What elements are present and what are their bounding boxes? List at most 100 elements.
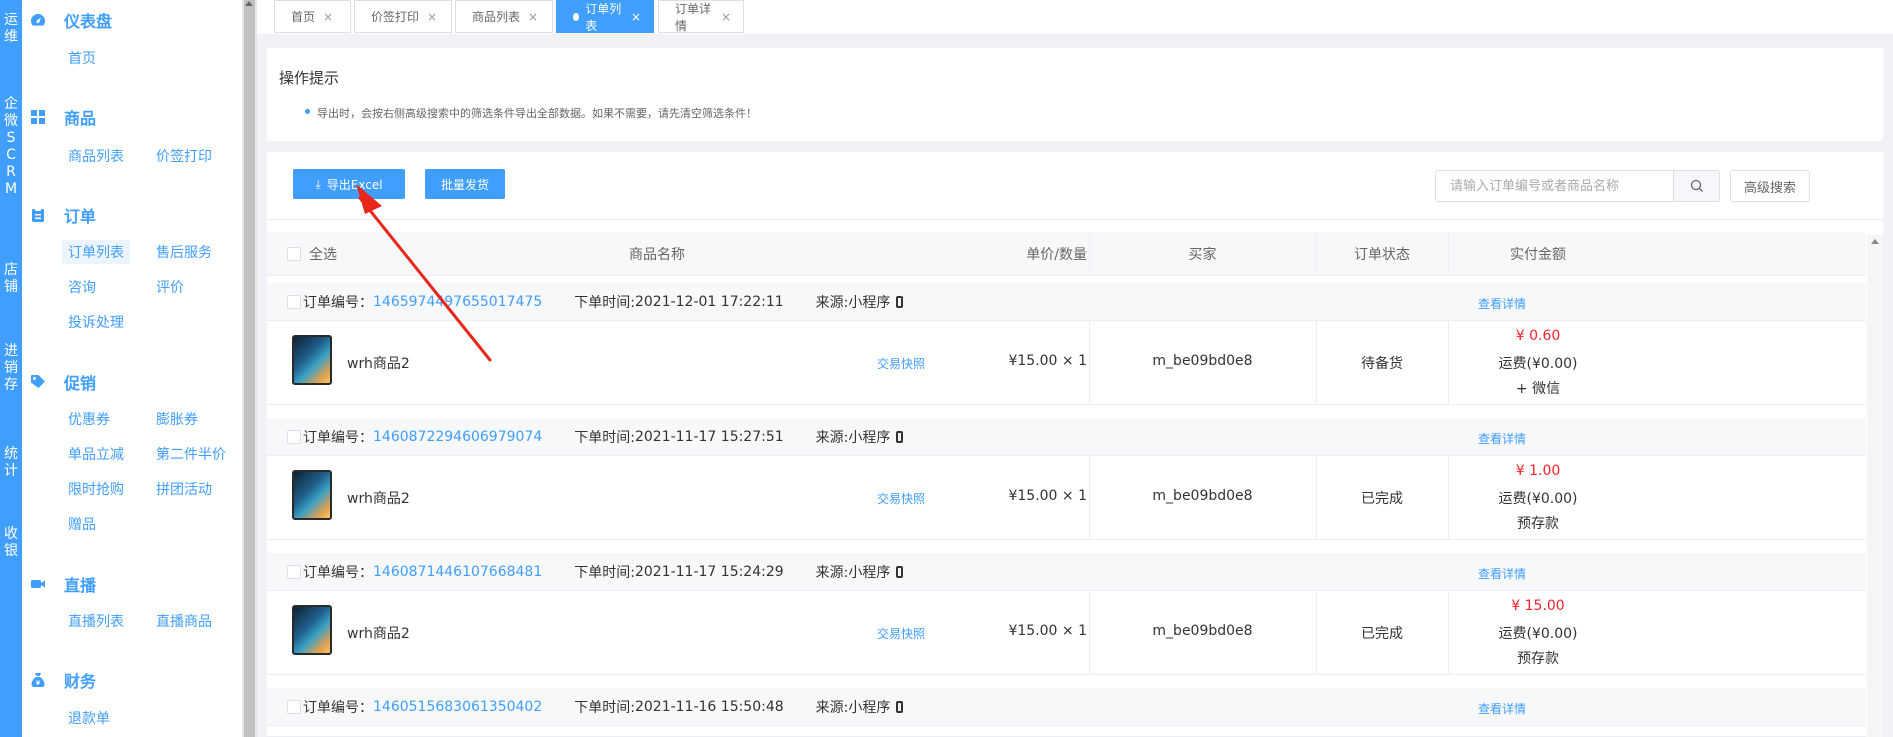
sidebar-group-live: 直播 [30,572,96,596]
close-icon[interactable]: × [721,10,731,24]
strip-char: 收 [4,526,18,542]
clipboard-icon [30,207,46,223]
select-all[interactable]: 全选 [287,232,357,276]
sidebar-group-label: 促销 [64,374,97,393]
sidebar-item-complaint[interactable]: 投诉处理 [62,310,130,334]
strip-item-cashier[interactable]: 收银 [0,526,22,560]
strip-item-store[interactable]: 店铺 [0,262,22,296]
trade-snapshot-link[interactable]: 交易快照 [877,625,925,642]
tab-label: 订单列表 [585,1,622,33]
table-header: 全选 商品名称 单价/数量 买家 订单状态 实付金额 [267,232,1866,276]
close-icon[interactable]: × [631,10,641,24]
order-no-label: 订单编号： [303,429,373,446]
close-icon[interactable]: × [323,10,333,24]
scroll-up-arrow-icon[interactable] [1871,239,1879,244]
product-name[interactable]: wrh商品2 [347,353,410,373]
th-product-name: 商品名称 [629,247,685,263]
strip-char: 计 [4,463,18,479]
sidebar-group-label: 直播 [64,576,97,595]
order-no-link[interactable]: 1460872294606979074 [373,429,542,445]
order-no-link[interactable]: 1465974497655017475 [373,294,542,310]
sidebar-item-price-tag[interactable]: 价签打印 [150,144,218,168]
sidebar-item-order-list[interactable]: 订单列表 [62,240,130,264]
sidebar-item-review[interactable]: 评价 [150,275,190,299]
sidebar-item-single-discount[interactable]: 单品立减 [62,442,130,466]
table-scrollbar[interactable] [1867,235,1883,737]
tab-order-list[interactable]: 订单列表 × [556,0,654,33]
trade-snapshot-link[interactable]: 交易快照 [877,355,925,372]
view-detail-link[interactable]: 查看详情 [1478,700,1526,717]
scroll-up-arrow-icon[interactable] [245,1,253,6]
strip-char: 进 [4,343,18,359]
sidebar-scrollbar[interactable] [242,0,257,737]
order-no-link[interactable]: 1460871446107668481 [373,564,542,580]
strip-item-stats[interactable]: 统计 [0,446,22,480]
sidebar-item-flash-sale[interactable]: 限时抢购 [62,477,130,501]
trade-snapshot-link[interactable]: 交易快照 [877,490,925,507]
phone-icon [896,295,904,308]
sidebar-item-coupon[interactable]: 优惠券 [62,407,116,431]
sidebar-item-goods-list[interactable]: 商品列表 [62,144,130,168]
close-icon[interactable]: × [528,10,538,24]
strip-char: 统 [4,446,18,462]
export-excel-button[interactable]: ⤓ 导出Excel [293,169,405,199]
strip-item-ops[interactable]: 运维 [0,12,22,46]
sidebar-item-home[interactable]: 首页 [62,46,102,70]
product-thumbnail[interactable] [292,470,332,520]
tab-home[interactable]: 首页 × [274,0,351,33]
tips-panel: 操作提示 导出时，会按右侧高级搜索中的筛选条件导出全部数据。如果不需要，请先清空… [267,48,1883,141]
strip-char: 销 [4,360,18,376]
strip-char: M [4,181,18,197]
price-qty: ¥15.00 × 1 [1008,488,1087,504]
product-name[interactable]: wrh商品2 [347,623,410,643]
order-source: 小程序 [848,429,891,446]
buyer-name: m_be09bd0e8 [1152,623,1253,639]
sidebar-item-second-half[interactable]: 第二件半价 [150,442,232,466]
sidebar-group-label: 商品 [64,109,97,128]
sidebar-group-promotion: 促销 [30,370,96,394]
close-icon[interactable]: × [427,10,437,24]
view-detail-link[interactable]: 查看详情 [1478,430,1526,447]
strip-item-inventory[interactable]: 进销存 [0,343,22,394]
sidebar-group-dashboard: 仪表盘 [30,8,112,32]
sidebar-item-after-sales[interactable]: 售后服务 [150,240,218,264]
sidebar-item-gift[interactable]: 赠品 [62,512,102,536]
scrollbar-thumb[interactable] [244,0,255,737]
order-item-row: wrh商品2 交易快照 ¥15.00 × 1 m_be09bd0e8 待备货 ¥… [267,321,1866,405]
order-item-row: wrh商品2 交易快照 ¥15.00 × 1 m_be09bd0e8 已完成 ¥… [267,456,1866,540]
product-name[interactable]: wrh商品2 [347,488,410,508]
source-label: 来源: [815,564,849,581]
tab-price-tag[interactable]: 价签打印 × [354,0,452,33]
order-checkbox[interactable] [287,294,301,309]
order-checkbox[interactable] [287,564,301,579]
search-input[interactable] [1436,171,1673,201]
sidebar-item-live-goods[interactable]: 直播商品 [150,609,218,633]
sidebar-group-label: 财务 [64,672,97,691]
order-checkbox[interactable] [287,699,301,714]
sidebar-item-group-buy[interactable]: 拼团活动 [150,477,218,501]
paid-amount: ¥ 15.00 [1511,598,1565,614]
tab-order-detail[interactable]: 订单详情 × [658,0,744,33]
select-all-checkbox[interactable] [287,247,301,261]
advanced-search-button[interactable]: 高级搜索 [1730,170,1810,202]
product-thumbnail[interactable] [292,605,332,655]
sidebar-item-consult[interactable]: 咨询 [62,275,102,299]
sidebar-item-live-list[interactable]: 直播列表 [62,609,130,633]
source-label: 来源: [815,294,849,311]
view-detail-link[interactable]: 查看详情 [1478,295,1526,312]
view-detail-link[interactable]: 查看详情 [1478,565,1526,582]
sidebar-group-goods: 商品 [30,105,96,129]
tab-goods-list[interactable]: 商品列表 × [455,0,553,33]
sidebar-item-expand-coupon[interactable]: 膨胀券 [150,407,204,431]
batch-ship-button[interactable]: 批量发货 [425,169,505,199]
phone-icon [896,430,904,443]
order-item-row: wrh商品2 交易快照 ¥15.00 × 1 m_be09bd0e8 已完成 ¥… [267,591,1866,675]
strip-item-scrm[interactable]: 企微SCRM [0,96,22,198]
order-no-link[interactable]: 1460515683061350402 [373,699,542,715]
strip-char: 铺 [4,279,18,295]
product-thumbnail[interactable] [292,335,332,385]
th-price-qty: 单价/数量 [1026,247,1087,263]
order-checkbox[interactable] [287,429,301,444]
search-button[interactable] [1673,171,1719,201]
sidebar-item-refund[interactable]: 退款单 [62,706,116,730]
